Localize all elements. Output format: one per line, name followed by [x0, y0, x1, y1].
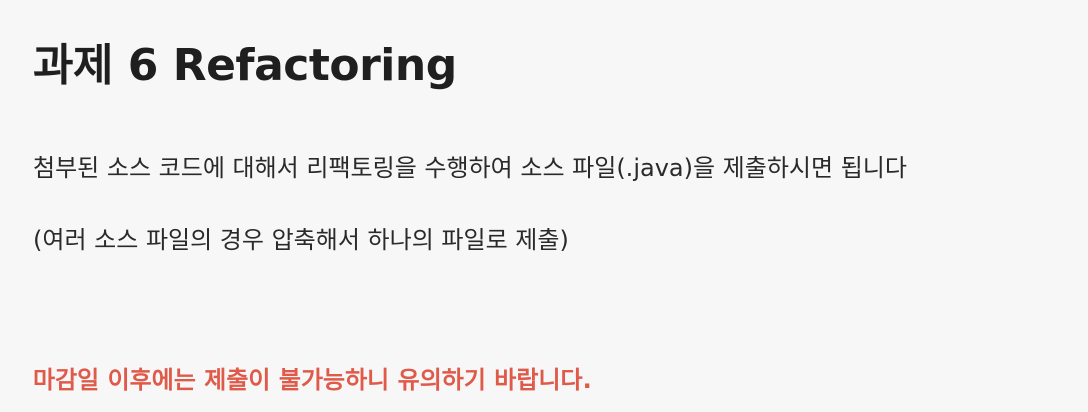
assignment-description-line-1: 첨부된 소스 코드에 대해서 리팩토링을 수행하여 소스 파일(.java)을 …	[33, 154, 907, 182]
deadline-warning: 마감일 이후에는 제출이 불가능하니 유의하기 바랍니다.	[33, 366, 592, 394]
assignment-description-line-2: (여러 소스 파일의 경우 압축해서 하나의 파일로 제출)	[33, 226, 569, 254]
assignment-title: 과제 6 Refactoring	[33, 40, 457, 91]
